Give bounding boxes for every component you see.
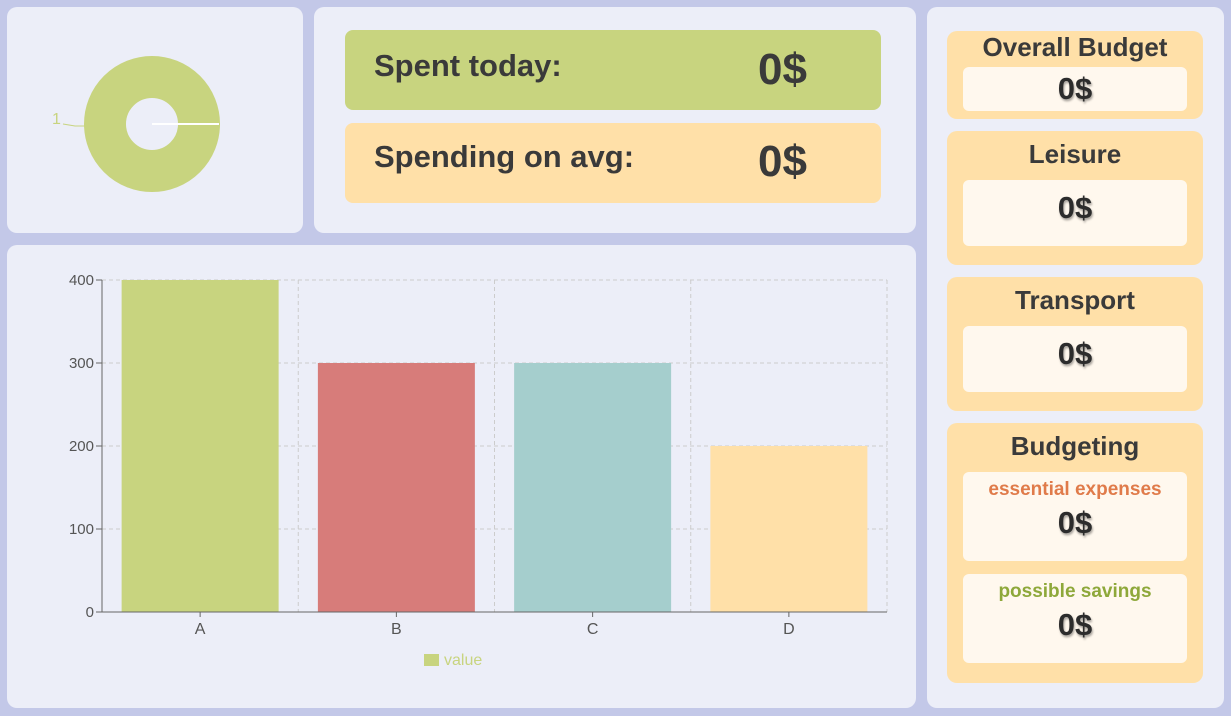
y-tick-label: 0 — [86, 604, 94, 621]
transport-card: Transport 0$ — [947, 277, 1203, 411]
overall-budget-card: Overall Budget 0$ — [947, 31, 1203, 119]
donut-chart: 1 — [52, 56, 220, 192]
budgeting-title: Budgeting — [1010, 431, 1140, 461]
leisure-value: 0$ — [1057, 190, 1093, 225]
bar-D[interactable] — [710, 446, 868, 612]
leisure-card: Leisure 0$ — [947, 131, 1203, 265]
bar-chart: 0 100 200 300 400 A B C Dvalue — [69, 272, 888, 669]
overall-budget-box: 0$ — [963, 67, 1187, 111]
transport-value: 0$ — [1057, 336, 1093, 371]
essential-expenses-value: 0$ — [1057, 505, 1093, 540]
possible-savings-label: possible savings — [998, 581, 1152, 602]
bar-chart-panel: 0 100 200 300 400 A B C Dvalue — [7, 245, 916, 708]
budgeting-card: Budgeting essential expenses 0$ possible… — [947, 423, 1203, 683]
donut-panel: 1 — [7, 7, 303, 233]
overall-budget-title: Overall Budget — [982, 32, 1168, 62]
overall-budget-value: 0$ — [1057, 71, 1093, 106]
y-tick-label: 100 — [69, 521, 94, 538]
spending-avg-card: Spending on avg: 0$ — [345, 123, 881, 203]
spent-today-label: Spent today: — [374, 48, 562, 83]
x-tick-label: D — [783, 621, 795, 638]
spending-avg-value: 0$ — [758, 137, 807, 186]
leisure-box: 0$ — [963, 180, 1187, 246]
essential-expenses-box: essential expenses 0$ — [963, 472, 1187, 561]
x-tick-label: C — [587, 621, 599, 638]
transport-box: 0$ — [963, 326, 1187, 392]
y-tick-label: 400 — [69, 272, 94, 289]
budget-sidebar: Overall Budget 0$ Leisure 0$ Transport 0… — [927, 7, 1224, 708]
spending-avg-label: Spending on avg: — [374, 139, 635, 174]
donut-label-line — [62, 123, 85, 127]
spent-today-card: Spent today: 0$ — [345, 30, 881, 110]
stats-panel: Spent today: 0$ Spending on avg: 0$ — [314, 7, 916, 233]
legend-label[interactable]: value — [444, 652, 482, 669]
donut-label: 1 — [52, 111, 61, 128]
bar-B[interactable] — [317, 363, 475, 612]
possible-savings-box: possible savings 0$ — [963, 574, 1187, 663]
transport-title: Transport — [1015, 285, 1135, 315]
bar-A[interactable] — [121, 280, 279, 612]
possible-savings-value: 0$ — [1057, 607, 1093, 642]
spent-today-value: 0$ — [758, 45, 807, 94]
essential-expenses-label: essential expenses — [988, 479, 1162, 500]
leisure-title: Leisure — [1028, 139, 1122, 169]
x-tick-label: A — [195, 621, 206, 638]
y-tick-label: 300 — [69, 355, 94, 372]
x-tick-label: B — [391, 621, 402, 638]
bar-C[interactable] — [514, 363, 672, 612]
y-tick-label: 200 — [69, 438, 94, 455]
legend-swatch[interactable] — [424, 654, 439, 666]
